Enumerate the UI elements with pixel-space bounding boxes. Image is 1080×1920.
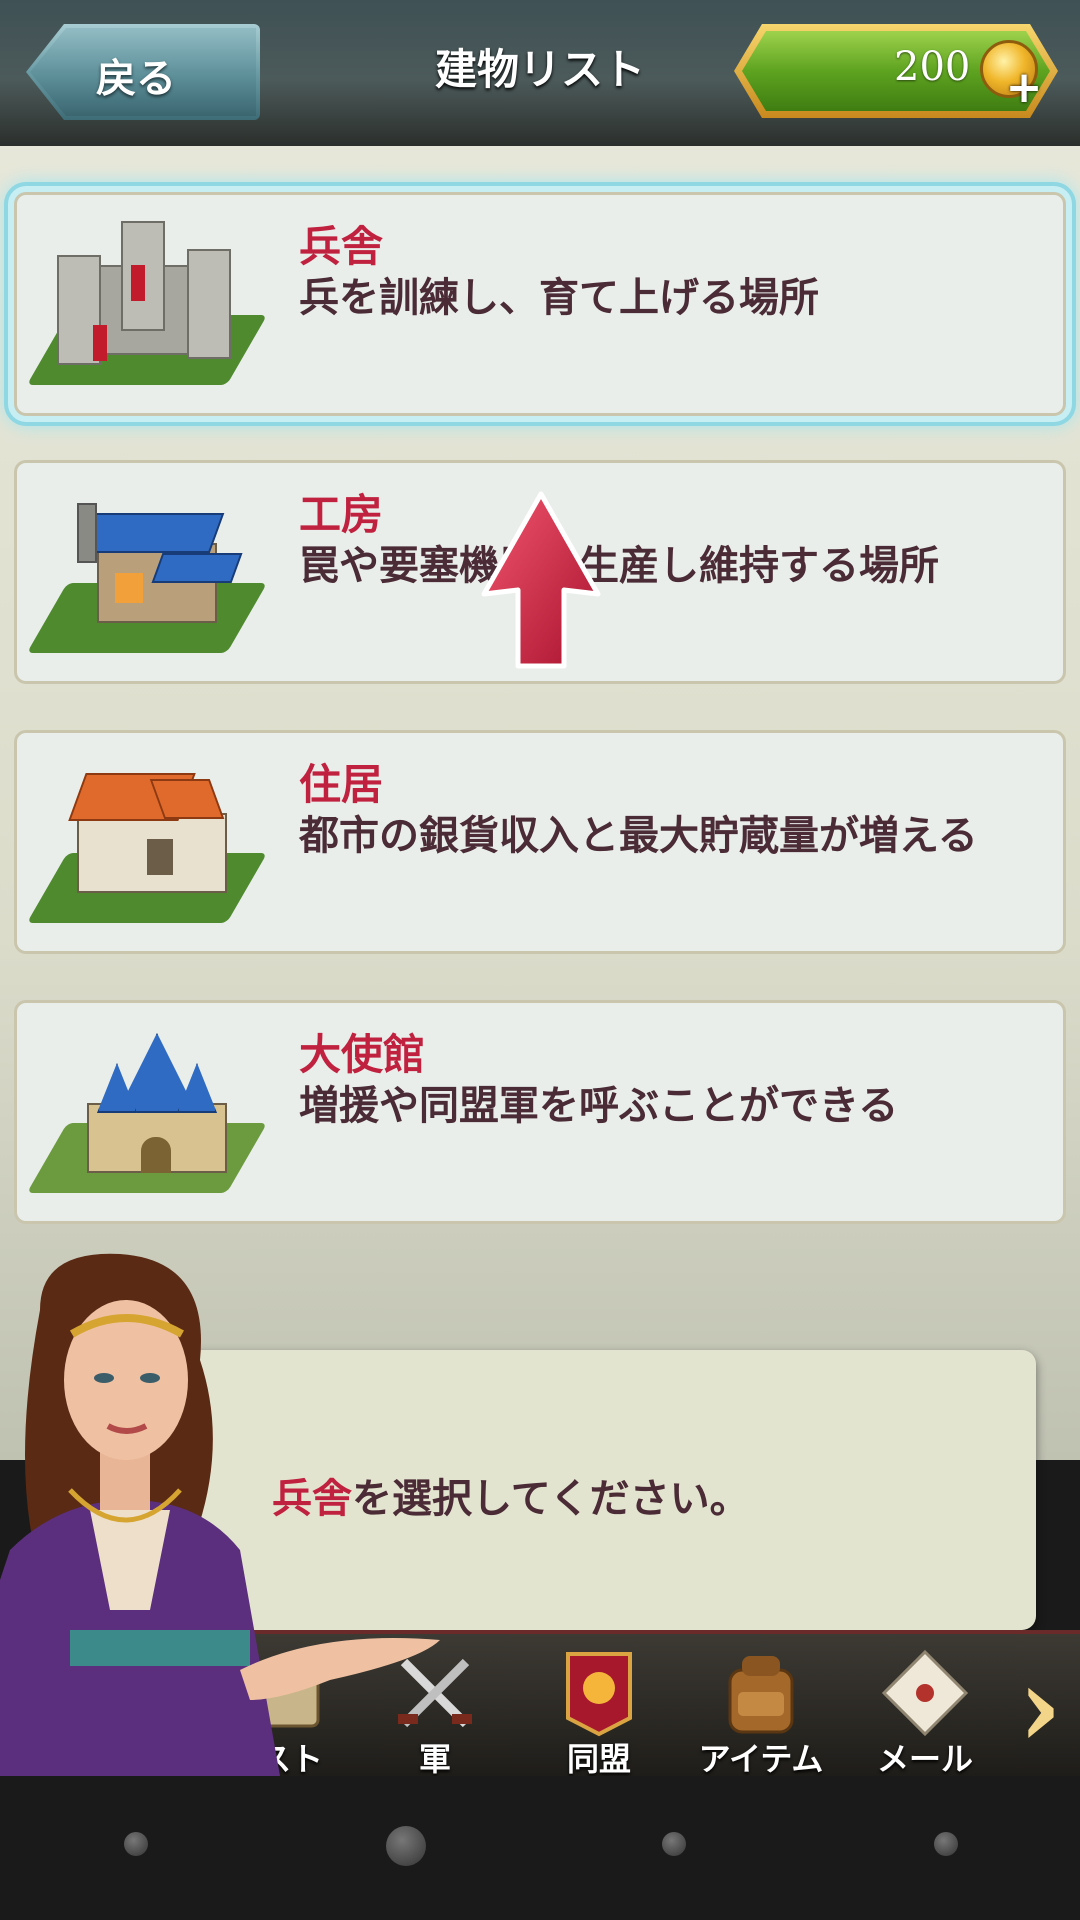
nav-label: 同盟 [566, 1740, 631, 1778]
chevron-right-icon[interactable]: › [1018, 1652, 1072, 1762]
embassy-icon [26, 1013, 277, 1213]
building-name: 大使館 [299, 1030, 426, 1079]
building-name: 兵舎 [299, 222, 384, 271]
building-description: 罠や要塞機器を生産し維持する場所 [299, 543, 939, 589]
alliance-banner-icon [566, 1652, 632, 1737]
menu-softkey[interactable] [124, 1832, 148, 1856]
back-softkey[interactable] [662, 1832, 686, 1856]
page-title: 建物リスト [434, 45, 645, 94]
nav-label: メール [876, 1740, 973, 1778]
building-card-barracks[interactable]: 兵舎 兵を訓練し、育て上げる場所 [14, 192, 1066, 416]
back-button[interactable]: 戻る [26, 24, 260, 120]
tutorial-up-arrow-icon [481, 491, 601, 669]
gold-balance-button[interactable]: 200 + [734, 24, 1058, 118]
recent-apps-softkey[interactable] [934, 1832, 958, 1856]
building-description: 兵を訓練し、育て上げる場所 [299, 275, 819, 321]
nav-label: アイテム [698, 1740, 824, 1778]
backpack-icon [728, 1656, 794, 1734]
nav-item-items[interactable]: アイテム [686, 1644, 836, 1778]
building-description: 都市の銀貨収入と最大貯蔵量が増える [299, 813, 978, 859]
building-description: 増援や同盟軍を呼ぶことができる [299, 1083, 899, 1129]
building-card-residence[interactable]: 住居 都市の銀貨収入と最大貯蔵量が増える [14, 730, 1066, 954]
top-bar: 戻る 建物リスト 200 + [0, 0, 1080, 146]
back-button-label: 戻る [96, 56, 176, 102]
nav-item-alliance[interactable]: 同盟 [524, 1644, 674, 1778]
system-nav-bar [0, 1776, 1080, 1920]
building-card-embassy[interactable]: 大使館 増援や同盟軍を呼ぶことができる [14, 1000, 1066, 1224]
barracks-castle-icon [26, 205, 277, 405]
home-softkey[interactable] [386, 1826, 426, 1866]
plus-icon: + [1005, 62, 1043, 113]
workshop-icon [26, 473, 277, 673]
envelope-icon [881, 1649, 969, 1737]
house-icon [26, 743, 277, 943]
advisor-portrait [0, 1253, 440, 1776]
gold-amount: 200 [894, 44, 971, 90]
building-name: 住居 [299, 760, 384, 809]
building-name: 工房 [299, 490, 384, 539]
nav-item-mail[interactable]: メール [850, 1644, 1000, 1778]
